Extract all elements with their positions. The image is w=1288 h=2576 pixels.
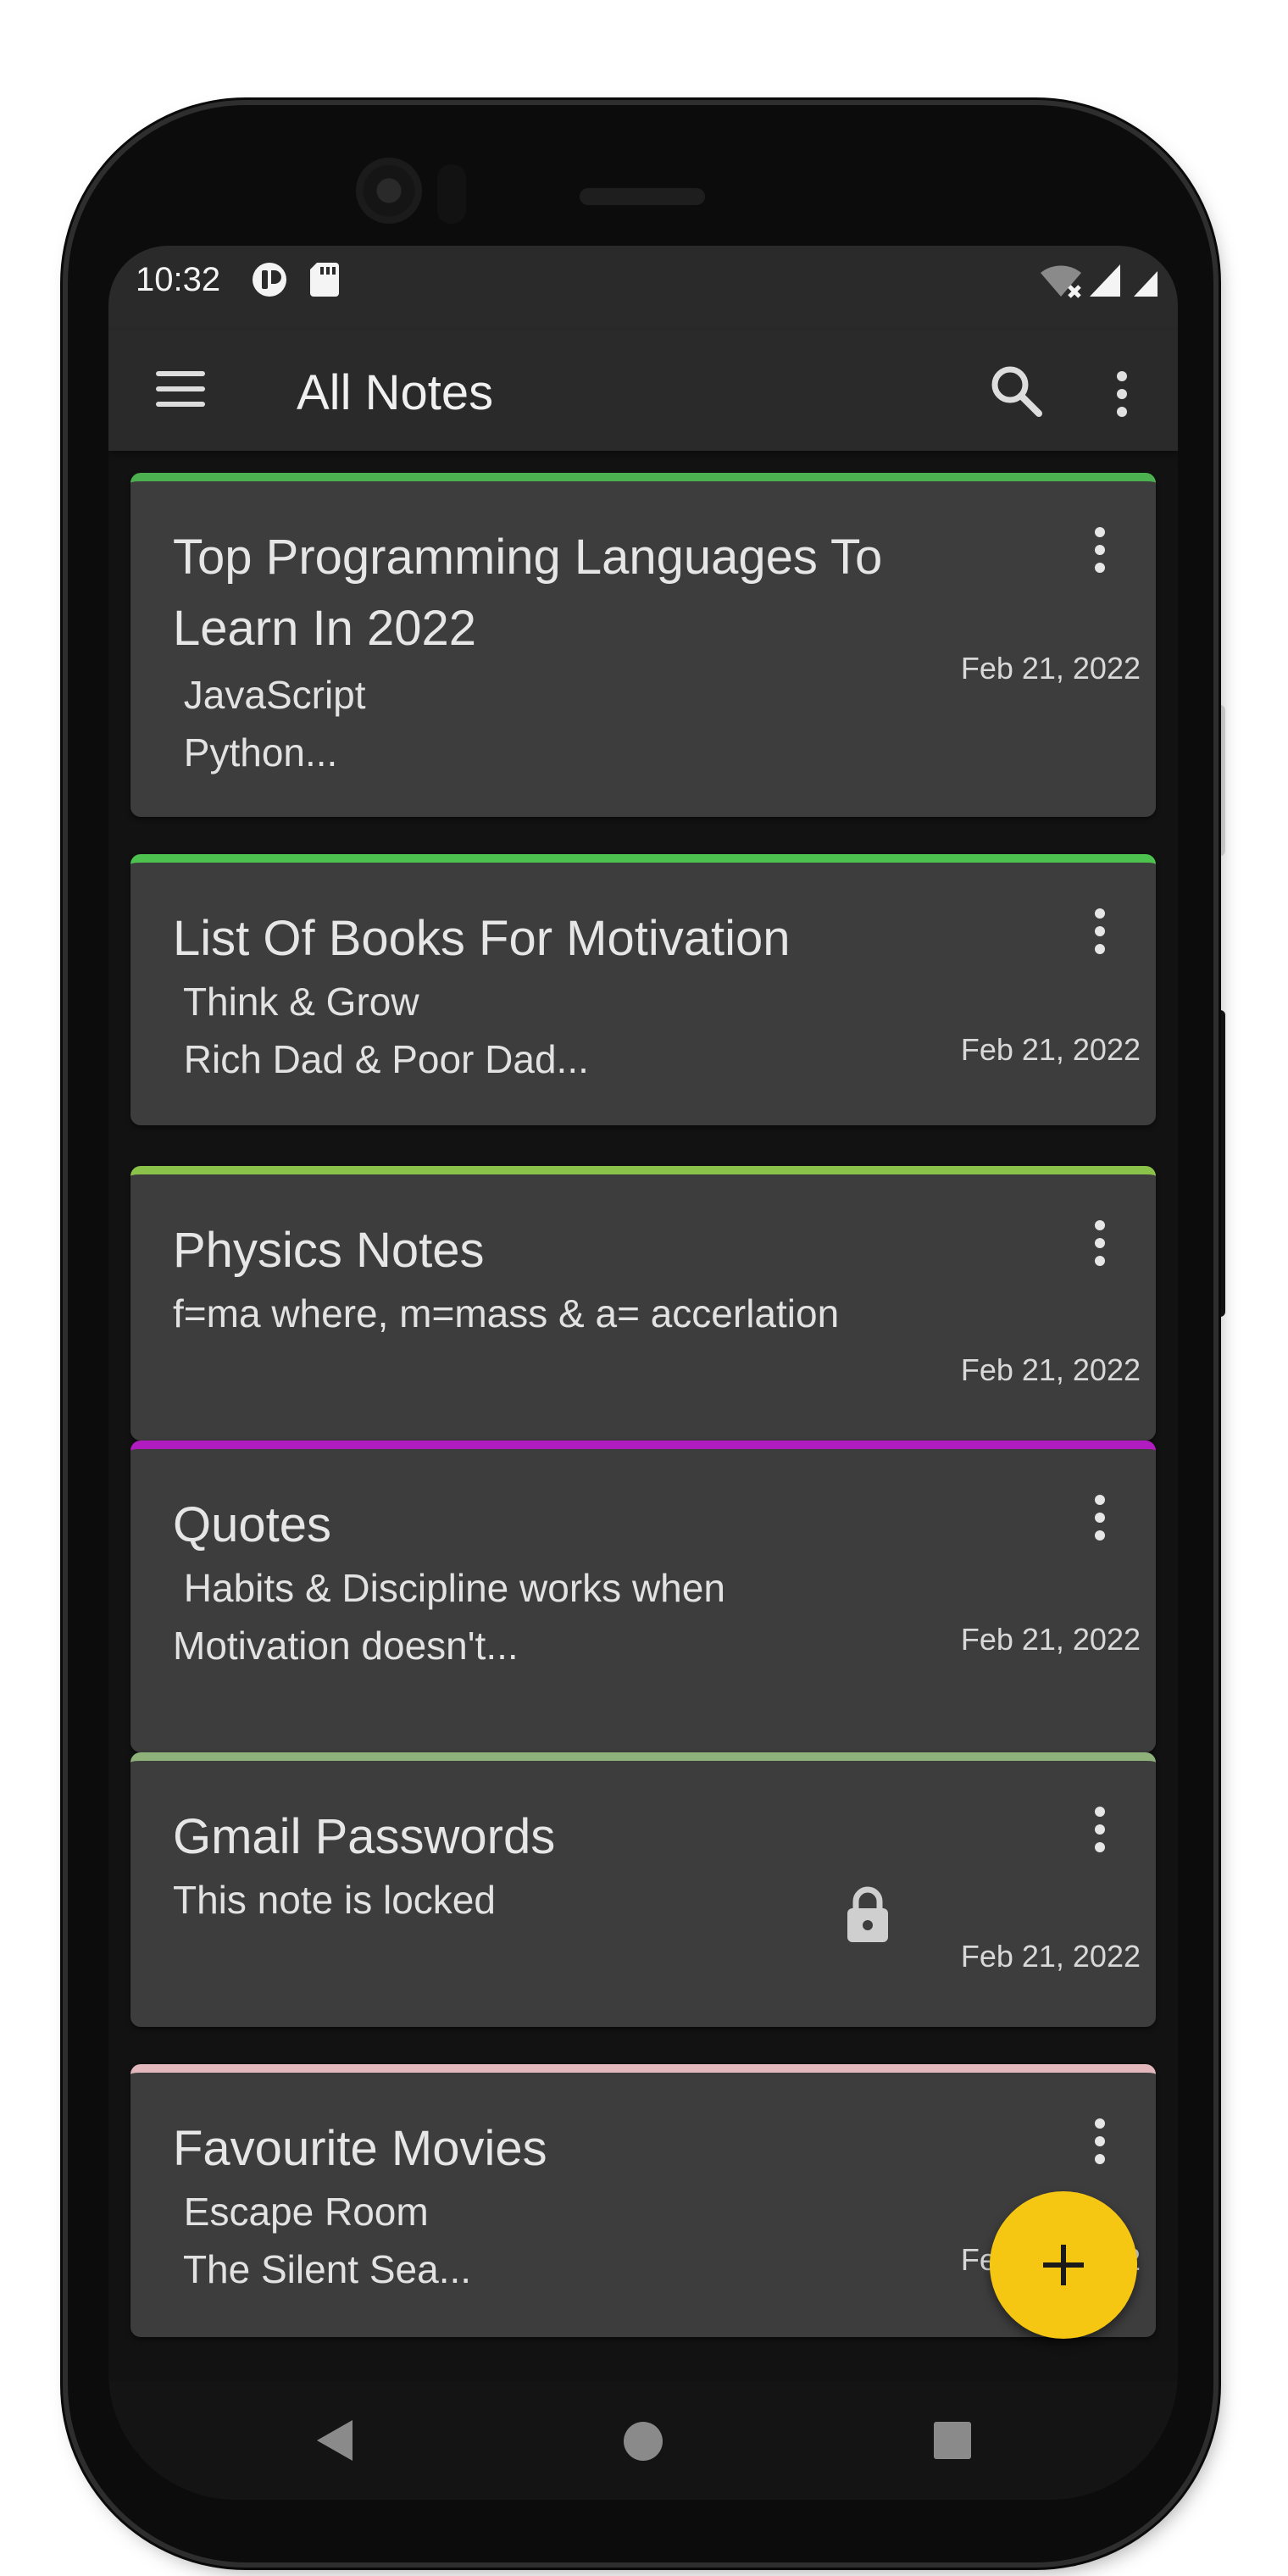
note-body: Escape Room The Silent Sea...: [182, 2190, 472, 2291]
note-title: Gmail Passwords: [173, 1809, 556, 1864]
menu-icon[interactable]: [156, 371, 205, 408]
add-note-button[interactable]: [990, 2191, 1137, 2339]
lock-icon: [844, 1885, 891, 1944]
front-camera: [356, 158, 422, 224]
note-card[interactable]: Gmail Passwords This note is locked Feb …: [130, 1752, 1156, 2027]
note-body: Think & Grow Rich Dad & Poor Dad...: [182, 980, 589, 1081]
note-date: Feb 21, 2022: [960, 651, 1141, 686]
note-title: Top Programming Languages To Learn In 20…: [173, 530, 883, 656]
recents-icon[interactable]: [932, 2420, 973, 2465]
battery-icon: [1134, 264, 1159, 303]
earpiece-speaker: [580, 188, 705, 205]
note-title: Quotes: [173, 1497, 331, 1552]
note-more-icon[interactable]: [1083, 1495, 1117, 1546]
note-title: Physics Notes: [173, 1223, 485, 1278]
plus-icon-stem: [1061, 2245, 1066, 2285]
more-vert-icon[interactable]: [1105, 364, 1139, 420]
sd-card-icon: [310, 263, 339, 301]
home-icon[interactable]: [622, 2420, 664, 2467]
note-date: Feb 21, 2022: [960, 1032, 1141, 1067]
note-body: JavaScript Python...: [183, 673, 366, 774]
phone-screen: 10:32 All Notes Top Programming Language…: [108, 246, 1178, 2500]
note-card[interactable]: List Of Books For Motivation Think & Gro…: [130, 854, 1156, 1125]
page-title: All Notes: [297, 365, 494, 420]
note-more-icon[interactable]: [1083, 1807, 1117, 1857]
note-card[interactable]: Quotes Habits & Discipline works when Mo…: [130, 1441, 1156, 1752]
proximity-sensor: [437, 164, 466, 224]
note-more-icon[interactable]: [1083, 1220, 1117, 1271]
note-date: Feb 21, 2022: [960, 1622, 1141, 1657]
power-button: [1213, 1010, 1225, 1317]
note-title: List Of Books For Motivation: [173, 911, 791, 966]
note-body: Habits & Discipline works when Motivatio…: [173, 1566, 725, 1668]
note-date: Feb 21, 2022: [960, 1939, 1141, 1974]
back-icon[interactable]: [312, 2417, 356, 2468]
nfc-icon: [251, 261, 288, 303]
note-body: This note is locked: [173, 1878, 496, 1922]
signal-icon: [1088, 263, 1122, 303]
app-bar: All Notes: [108, 330, 1178, 451]
note-card[interactable]: Physics Notes f=ma where, m=mass & a= ac…: [130, 1166, 1156, 1441]
note-body: f=ma where, m=mass & a= accerlation: [173, 1291, 840, 1335]
status-time: 10:32: [136, 261, 221, 298]
note-more-icon[interactable]: [1083, 908, 1117, 959]
note-card[interactable]: Top Programming Languages To Learn In 20…: [130, 473, 1156, 817]
side-button-upper: [1213, 705, 1225, 856]
note-more-icon[interactable]: [1083, 2118, 1117, 2169]
note-date: Feb 21, 2022: [960, 1352, 1141, 1387]
search-icon[interactable]: [986, 361, 1046, 420]
wifi-icon: [1039, 263, 1083, 304]
note-more-icon[interactable]: [1083, 527, 1117, 578]
navigation-bar: [108, 2381, 1178, 2500]
note-title: Favourite Movies: [173, 2121, 547, 2176]
status-bar: 10:32: [108, 246, 1178, 330]
